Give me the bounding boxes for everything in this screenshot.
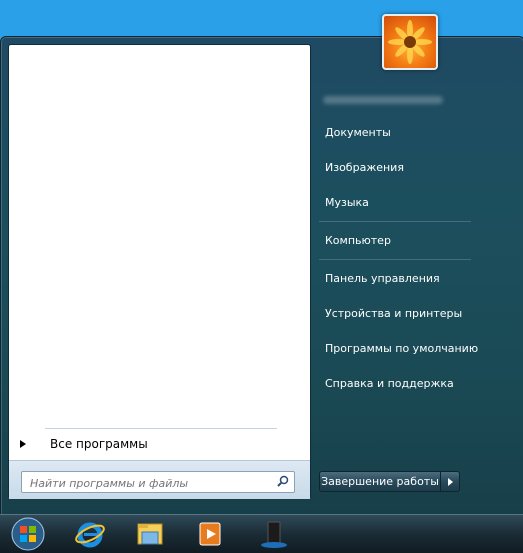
start-button[interactable] xyxy=(0,516,56,552)
taskbar-media-button[interactable] xyxy=(182,516,238,552)
computer-link[interactable]: Компьютер xyxy=(318,227,478,253)
search-box[interactable] xyxy=(21,471,295,494)
all-programs-button[interactable]: Все программы xyxy=(17,432,297,456)
right-separator xyxy=(319,259,471,260)
control-panel-label: Панель управления xyxy=(325,271,440,285)
documents-link[interactable]: Документы xyxy=(318,119,478,145)
shutdown-label: Завершение работы xyxy=(321,475,439,488)
search-input[interactable] xyxy=(28,473,272,494)
pictures-link[interactable]: Изображения xyxy=(318,154,478,180)
help-support-link[interactable]: Справка и поддержка xyxy=(318,370,478,396)
pc-tower-icon xyxy=(261,521,287,548)
search-area xyxy=(9,460,310,499)
pictures-label: Изображения xyxy=(325,160,404,174)
taskbar-explorer-button[interactable] xyxy=(122,516,178,552)
right-separator xyxy=(319,221,471,222)
user-picture[interactable] xyxy=(382,14,438,70)
documents-label: Документы xyxy=(325,125,391,139)
taskbar-ie-button[interactable] xyxy=(62,516,118,552)
music-link[interactable]: Музыка xyxy=(318,189,478,215)
all-programs-separator xyxy=(45,428,277,429)
flower-image-icon xyxy=(388,20,432,64)
control-panel-link[interactable]: Панель управления xyxy=(318,265,478,291)
programs-pane: Все программы xyxy=(8,44,311,499)
start-menu: Все программы Найти программы и файлы До… xyxy=(0,14,523,516)
taskbar-pc-button[interactable] xyxy=(246,516,302,552)
default-programs-link[interactable]: Программы по умолчанию xyxy=(318,335,508,361)
shutdown-group: Завершение работы xyxy=(319,471,460,492)
help-support-label: Справка и поддержка xyxy=(325,376,454,390)
default-programs-label: Программы по умолчанию xyxy=(325,341,479,355)
computer-label: Компьютер xyxy=(325,233,391,247)
shutdown-button[interactable]: Завершение работы xyxy=(319,471,441,492)
magnifier-icon[interactable] xyxy=(277,475,289,487)
media-player-icon xyxy=(199,522,221,546)
music-label: Музыка xyxy=(325,195,369,209)
devices-printers-label: Устройства и принтеры xyxy=(325,306,463,320)
file-explorer-icon xyxy=(137,523,163,545)
user-name-blurred[interactable] xyxy=(323,96,443,104)
all-programs-label: Все программы xyxy=(50,437,148,451)
chevron-right-icon xyxy=(447,477,453,486)
start-orb-icon xyxy=(11,517,45,551)
triangle-right-icon xyxy=(20,440,26,448)
internet-explorer-icon xyxy=(75,522,105,548)
shutdown-options-button[interactable] xyxy=(441,471,460,492)
taskbar xyxy=(0,514,523,553)
devices-printers-link[interactable]: Устройства и принтеры xyxy=(318,300,478,326)
